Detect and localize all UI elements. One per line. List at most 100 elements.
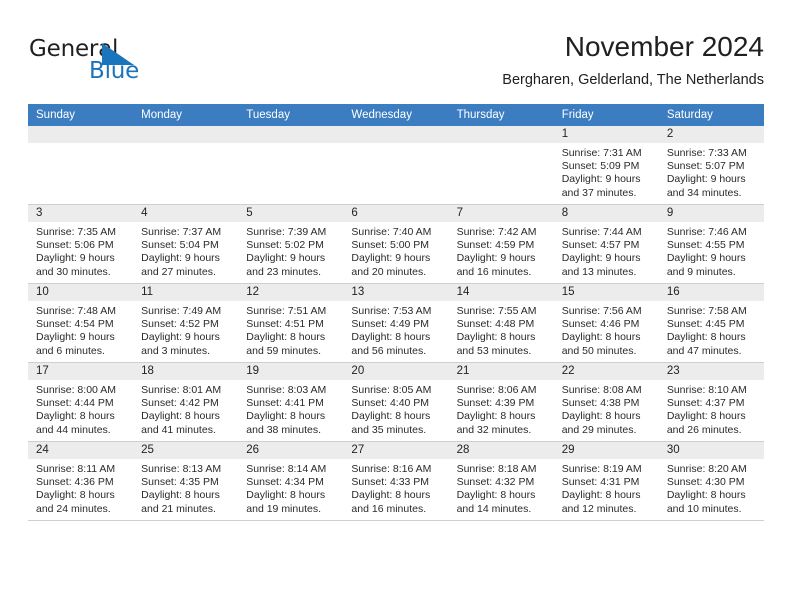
daylight-text: Daylight: 8 hours and 47 minutes. — [666, 331, 746, 357]
day-number: 27 — [343, 442, 449, 459]
sunset-text: Sunset: 4:38 PM — [561, 397, 640, 410]
day-info: Sunrise: 7:44 AM Sunset: 4:57 PM Daylight:… — [554, 222, 659, 279]
calendar-day-cell[interactable]: 4 Sunrise: 7:37 AM Sunset: 5:04 PM Daylight… — [133, 204, 239, 284]
calendar-day-cell[interactable]: 15 Sunrise: 7:56 AM Sunset: 4:46 PM Dayligh… — [553, 283, 659, 363]
daylight-text: Daylight: 8 hours and 41 minutes. — [141, 410, 220, 436]
sunset-text: Sunset: 4:31 PM — [561, 476, 640, 489]
calendar-day-cell[interactable]: 11 Sunrise: 7:49 AM Sunset: 4:52 PM Dayligh… — [133, 283, 239, 363]
calendar-day-cell[interactable]: 12 Sunrise: 7:51 AM Sunset: 4:51 PM Dayligh… — [238, 283, 344, 363]
day-number: 8 — [553, 205, 659, 222]
day-number: 25 — [133, 442, 239, 459]
day-box: 3 Sunrise: 7:35 AM Sunset: 5:06 PM Daylight… — [28, 205, 134, 283]
day-info: Sunrise: 7:49 AM Sunset: 4:52 PM Daylight:… — [133, 301, 238, 358]
day-number: 2 — [658, 126, 764, 143]
day-box: 15 Sunrise: 7:56 AM Sunset: 4:46 PM Dayligh… — [553, 284, 659, 362]
day-box: 24 Sunrise: 8:11 AM Sunset: 4:36 PM Dayligh… — [28, 442, 134, 520]
day-info: Sunrise: 8:14 AM Sunset: 4:34 PM Daylight:… — [238, 459, 343, 516]
sunset-text: Sunset: 4:55 PM — [666, 239, 745, 252]
sunset-text: Sunset: 4:54 PM — [36, 318, 114, 331]
calendar-day-cell[interactable]: 1 Sunrise: 7:31 AM Sunset: 5:09 PM Daylight… — [553, 126, 659, 205]
weekday-header-thursday: Thursday — [448, 104, 554, 126]
day-box: 22 Sunrise: 8:08 AM Sunset: 4:38 PM Dayligh… — [553, 363, 659, 441]
sunset-text: Sunset: 4:52 PM — [141, 318, 219, 331]
sunrise-text: Sunrise: 7:37 AM — [141, 226, 222, 238]
calendar-week-row: 10 Sunrise: 7:48 AM Sunset: 4:54 PM Dayligh… — [28, 283, 764, 363]
calendar-day-cell[interactable]: 6 Sunrise: 7:40 AM Sunset: 5:00 PM Daylight… — [343, 204, 449, 284]
day-box — [28, 126, 134, 204]
day-number: 11 — [133, 284, 239, 301]
daylight-text: Daylight: 8 hours and 32 minutes. — [456, 410, 536, 436]
day-info: Sunrise: 7:35 AM Sunset: 5:06 PM Daylight:… — [28, 222, 133, 279]
sunset-text: Sunset: 5:07 PM — [666, 160, 745, 173]
calendar-day-cell[interactable]: 27 Sunrise: 8:16 AM Sunset: 4:33 PM Dayligh… — [343, 441, 449, 521]
calendar-day-cell[interactable]: 8 Sunrise: 7:44 AM Sunset: 4:57 PM Daylight… — [553, 204, 659, 284]
day-number: 6 — [343, 205, 449, 222]
calendar-day-cell[interactable]: 22 Sunrise: 8:08 AM Sunset: 4:38 PM Dayligh… — [553, 362, 659, 442]
calendar-day-cell[interactable]: 26 Sunrise: 8:14 AM Sunset: 4:34 PM Dayligh… — [238, 441, 344, 521]
sunrise-text: Sunrise: 8:16 AM — [351, 463, 432, 475]
calendar-week-row: 1 Sunrise: 7:31 AM Sunset: 5:09 PM Daylight… — [28, 126, 764, 205]
sunset-text: Sunset: 4:57 PM — [561, 239, 640, 252]
day-info: Sunrise: 8:18 AM Sunset: 4:32 PM Daylight:… — [449, 459, 554, 516]
sunrise-text: Sunrise: 8:01 AM — [141, 384, 222, 396]
logo[interactable]: General Blue — [28, 34, 178, 92]
day-number: 14 — [448, 284, 554, 301]
calendar-day-cell[interactable]: 28 Sunrise: 8:18 AM Sunset: 4:32 PM Dayligh… — [448, 441, 554, 521]
calendar-day-cell[interactable]: 14 Sunrise: 7:55 AM Sunset: 4:48 PM Dayligh… — [448, 283, 554, 363]
sunset-text: Sunset: 4:37 PM — [666, 397, 745, 410]
calendar-day-cell[interactable]: 7 Sunrise: 7:42 AM Sunset: 4:59 PM Daylight… — [448, 204, 554, 284]
sunset-text: Sunset: 4:36 PM — [36, 476, 114, 489]
sunrise-text: Sunrise: 8:10 AM — [666, 384, 747, 396]
calendar-day-cell[interactable]: 17 Sunrise: 8:00 AM Sunset: 4:44 PM Dayligh… — [28, 362, 134, 442]
calendar-day-cell[interactable]: 3 Sunrise: 7:35 AM Sunset: 5:06 PM Daylight… — [28, 204, 134, 284]
calendar-day-cell-empty — [448, 126, 554, 205]
calendar-week-row: 17 Sunrise: 8:00 AM Sunset: 4:44 PM Dayligh… — [28, 362, 764, 442]
calendar-day-cell[interactable]: 30 Sunrise: 8:20 AM Sunset: 4:30 PM Dayligh… — [658, 441, 764, 521]
calendar-day-cell[interactable]: 2 Sunrise: 7:33 AM Sunset: 5:07 PM Daylight… — [658, 126, 764, 205]
day-number: 19 — [238, 363, 344, 380]
day-box: 9 Sunrise: 7:46 AM Sunset: 4:55 PM Daylight… — [658, 205, 764, 283]
calendar-day-cell[interactable]: 13 Sunrise: 7:53 AM Sunset: 4:49 PM Dayligh… — [343, 283, 449, 363]
day-box: 19 Sunrise: 8:03 AM Sunset: 4:41 PM Dayligh… — [238, 363, 344, 441]
calendar-day-cell[interactable]: 10 Sunrise: 7:48 AM Sunset: 4:54 PM Dayligh… — [28, 283, 134, 363]
calendar-day-cell-empty — [133, 126, 239, 205]
day-box: 16 Sunrise: 7:58 AM Sunset: 4:45 PM Dayligh… — [658, 284, 764, 362]
day-box — [238, 126, 344, 204]
day-number: 22 — [553, 363, 659, 380]
sunset-text: Sunset: 4:40 PM — [351, 397, 430, 410]
sunset-text: Sunset: 4:41 PM — [246, 397, 324, 410]
sunset-text: Sunset: 4:30 PM — [666, 476, 745, 489]
sunrise-text: Sunrise: 8:11 AM — [36, 463, 116, 475]
daylight-text: Daylight: 9 hours and 30 minutes. — [36, 252, 115, 278]
day-info: Sunrise: 7:37 AM Sunset: 5:04 PM Daylight:… — [133, 222, 238, 279]
calendar-day-cell[interactable]: 18 Sunrise: 8:01 AM Sunset: 4:42 PM Dayligh… — [133, 362, 239, 442]
day-box: 20 Sunrise: 8:05 AM Sunset: 4:40 PM Dayligh… — [343, 363, 449, 441]
sunset-text: Sunset: 4:35 PM — [141, 476, 219, 489]
sunset-text: Sunset: 4:45 PM — [666, 318, 745, 331]
calendar-day-cell[interactable]: 16 Sunrise: 7:58 AM Sunset: 4:45 PM Dayligh… — [658, 283, 764, 363]
sunrise-text: Sunrise: 7:33 AM — [666, 147, 747, 159]
calendar-day-cell[interactable]: 5 Sunrise: 7:39 AM Sunset: 5:02 PM Daylight… — [238, 204, 344, 284]
day-number: 20 — [343, 363, 449, 380]
day-box: 26 Sunrise: 8:14 AM Sunset: 4:34 PM Dayligh… — [238, 442, 344, 520]
day-info: Sunrise: 7:31 AM Sunset: 5:09 PM Daylight:… — [554, 143, 659, 200]
day-number — [238, 126, 344, 143]
calendar-day-cell[interactable]: 20 Sunrise: 8:05 AM Sunset: 4:40 PM Dayligh… — [343, 362, 449, 442]
day-number: 16 — [658, 284, 764, 301]
calendar-day-cell[interactable]: 24 Sunrise: 8:11 AM Sunset: 4:36 PM Dayligh… — [28, 441, 134, 521]
calendar-day-cell[interactable]: 25 Sunrise: 8:13 AM Sunset: 4:35 PM Dayligh… — [133, 441, 239, 521]
calendar-day-cell[interactable]: 29 Sunrise: 8:19 AM Sunset: 4:31 PM Dayligh… — [553, 441, 659, 521]
calendar-day-cell[interactable]: 9 Sunrise: 7:46 AM Sunset: 4:55 PM Daylight… — [658, 204, 764, 284]
daylight-text: Daylight: 8 hours and 16 minutes. — [351, 489, 431, 515]
page-subtitle: Bergharen, Gelderland, The Netherlands — [502, 72, 764, 88]
daylight-text: Daylight: 8 hours and 19 minutes. — [246, 489, 326, 515]
day-box: 29 Sunrise: 8:19 AM Sunset: 4:31 PM Dayligh… — [553, 442, 659, 520]
sunset-text: Sunset: 4:32 PM — [456, 476, 535, 489]
sunrise-text: Sunrise: 8:19 AM — [561, 463, 642, 475]
calendar-day-cell[interactable]: 21 Sunrise: 8:06 AM Sunset: 4:39 PM Dayligh… — [448, 362, 554, 442]
sunset-text: Sunset: 4:49 PM — [351, 318, 430, 331]
day-info: Sunrise: 7:39 AM Sunset: 5:02 PM Daylight:… — [238, 222, 343, 279]
day-box: 5 Sunrise: 7:39 AM Sunset: 5:02 PM Daylight… — [238, 205, 344, 283]
calendar-day-cell[interactable]: 23 Sunrise: 8:10 AM Sunset: 4:37 PM Dayligh… — [658, 362, 764, 442]
calendar-day-cell[interactable]: 19 Sunrise: 8:03 AM Sunset: 4:41 PM Dayligh… — [238, 362, 344, 442]
